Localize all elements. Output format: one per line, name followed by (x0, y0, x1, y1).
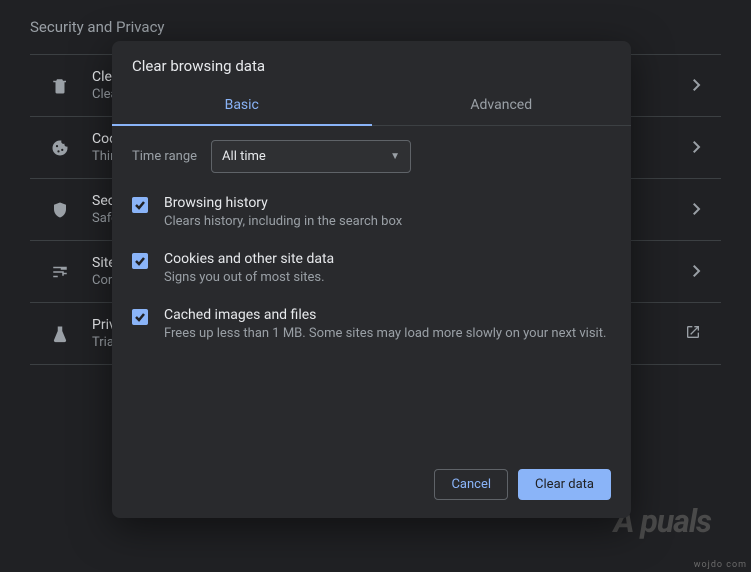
trash-icon (50, 76, 70, 96)
time-range-label: Time range (132, 149, 197, 164)
check-title: Browsing history (164, 195, 402, 211)
time-range-row: Time range All time ▼ (132, 140, 611, 173)
check-item-browsing-history: Browsing history Clears history, includi… (132, 195, 611, 231)
caret-down-icon: ▼ (390, 151, 400, 162)
checkbox-cache[interactable] (132, 309, 148, 325)
cancel-button[interactable]: Cancel (434, 469, 508, 500)
tab-advanced[interactable]: Advanced (372, 85, 632, 125)
check-sub: Frees up less than 1 MB. Some sites may … (164, 325, 606, 343)
check-item-cache: Cached images and files Frees up less th… (132, 307, 611, 343)
chevron-right-icon (693, 262, 701, 281)
check-sub: Signs you out of most sites. (164, 269, 334, 287)
dialog-title: Clear browsing data (112, 41, 631, 85)
dialog-tabs: Basic Advanced (112, 85, 631, 126)
check-text: Cookies and other site data Signs you ou… (164, 251, 334, 287)
flask-icon (50, 324, 70, 344)
cookie-icon (50, 138, 70, 158)
chevron-right-icon (693, 138, 701, 157)
checkbox-browsing-history[interactable] (132, 197, 148, 213)
chevron-right-icon (693, 200, 701, 219)
clear-browsing-data-dialog: Clear browsing data Basic Advanced Time … (112, 41, 631, 518)
dialog-body: Time range All time ▼ Browsing history C… (112, 126, 631, 455)
tab-basic[interactable]: Basic (112, 85, 372, 125)
dialog-footer: Cancel Clear data (112, 455, 631, 518)
clear-data-button[interactable]: Clear data (518, 469, 611, 500)
time-range-select[interactable]: All time ▼ (211, 140, 411, 173)
time-range-value: All time (222, 149, 266, 164)
shield-icon (50, 200, 70, 220)
watermark-source: wojdo com (694, 560, 747, 570)
checkbox-cookies[interactable] (132, 253, 148, 269)
chevron-right-icon (693, 76, 701, 95)
sliders-icon (50, 262, 70, 282)
check-title: Cached images and files (164, 307, 606, 323)
check-text: Cached images and files Frees up less th… (164, 307, 606, 343)
page-title: Security and Privacy (30, 18, 721, 36)
check-text: Browsing history Clears history, includi… (164, 195, 402, 231)
external-link-icon (685, 324, 701, 344)
check-sub: Clears history, including in the search … (164, 213, 402, 231)
check-title: Cookies and other site data (164, 251, 334, 267)
check-item-cookies: Cookies and other site data Signs you ou… (132, 251, 611, 287)
